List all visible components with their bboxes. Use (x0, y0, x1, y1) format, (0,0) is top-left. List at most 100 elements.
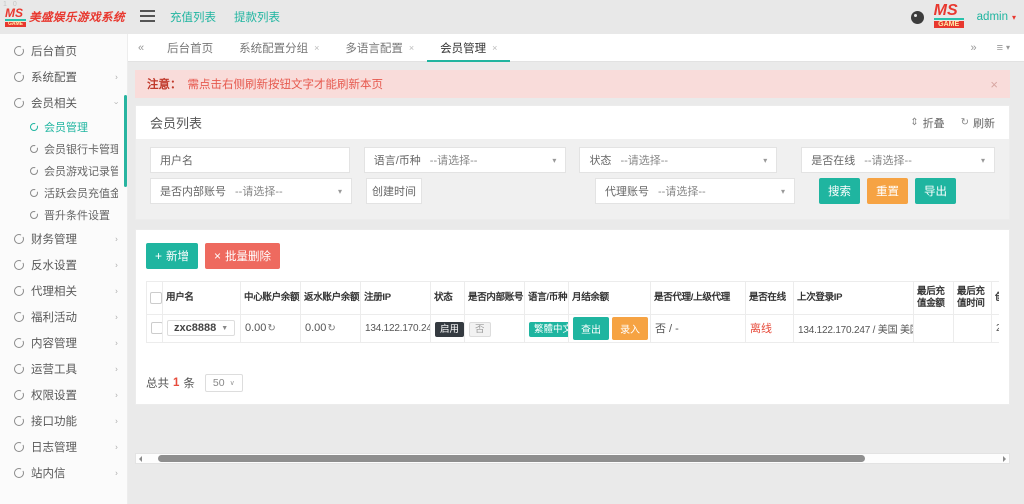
created-time-field[interactable]: 创建时间 (366, 178, 422, 204)
sidebar-item-label: 福利活动 (31, 309, 77, 325)
sidebar-item-log-management[interactable]: 日志管理 › (0, 434, 127, 460)
tabs-scroll-right-icon[interactable]: » (970, 42, 976, 54)
hamburger-icon[interactable] (140, 10, 155, 25)
column-header: 用户名 (163, 282, 241, 315)
sidebar-item-label: 站内信 (31, 465, 66, 481)
username-field[interactable]: 用户名 (150, 147, 350, 173)
register-ip: 134.122.170.247 (361, 314, 431, 342)
top-nav: 充值列表 提款列表 (170, 0, 280, 34)
online-select[interactable]: 是否在线 --请选择-- ▾ (801, 147, 995, 173)
member-table-wrap: 用户名中心账户余额返水账户余额注册IP状态是否内部账号语言/币种月结余额是否代理… (146, 281, 999, 343)
horizontal-scrollbar[interactable] (135, 453, 1010, 464)
column-header: 中心账户余额 (241, 282, 301, 315)
table-footer: 总共 1 条 50 ∨ (146, 374, 243, 392)
chevron-right-icon: › (115, 443, 118, 452)
column-header: 创建时间 (992, 282, 1000, 315)
status-select[interactable]: 状态 --请选择-- ▾ (579, 147, 777, 173)
batch-delete-button[interactable]: × 批量删除 (205, 243, 280, 269)
monthly-checkout-button[interactable]: 查出 (573, 317, 609, 340)
nav-recharge-list[interactable]: 充值列表 (170, 9, 216, 25)
nav-withdraw-list[interactable]: 提款列表 (234, 9, 280, 25)
tabs-menu-icon[interactable]: ≡ ▾ (997, 42, 1010, 54)
circle-icon (14, 416, 24, 426)
sidebar-item-member-related[interactable]: 会员相关› (0, 90, 127, 116)
refresh-balance-icon[interactable]: ↻ (267, 323, 275, 334)
app-logo[interactable]: MS GAME 美盛娱乐游戏系统 (0, 0, 128, 34)
tab-system-config-group[interactable]: 系统配置分组 × (226, 34, 332, 62)
row-checkbox[interactable] (151, 322, 163, 334)
internal-badge: 否 (469, 322, 491, 337)
sidebar-item-active-member-recharge[interactable]: 活跃会员充值金额设置 (0, 182, 127, 204)
notice-close-icon[interactable]: × (990, 77, 998, 92)
user-menu[interactable]: admin ▾ (977, 11, 1016, 23)
chevron-down-icon: ▼ (221, 325, 228, 332)
chevron-right-icon: › (115, 235, 118, 244)
sidebar-item-promotion-conditions[interactable]: 晋升条件设置 (0, 204, 127, 226)
sidebar-item-member-game-records[interactable]: 会员游戏记录管理 (0, 160, 127, 182)
sidebar-item-rebate-settings[interactable]: 反水设置› (0, 252, 127, 278)
scroll-right-arrow-icon[interactable] (1003, 456, 1006, 462)
center-balance: 0.00 (245, 322, 266, 334)
add-button[interactable]: + 新增 (146, 243, 198, 269)
reset-button[interactable]: 重置 (867, 178, 908, 204)
member-table-panel: + 新增 × 批量删除 用户名中心账户余额返水账户余额注册IP状态是否内部账号语… (135, 229, 1010, 405)
sidebar-item-finance[interactable]: 财务管理› (0, 226, 127, 252)
column-header: 最后充值时间 (954, 282, 992, 315)
sidebar-item-system-config[interactable]: 系统配置› (0, 64, 127, 90)
circle-icon (14, 98, 24, 108)
tab-close-icon[interactable]: × (409, 43, 414, 53)
username-dropdown[interactable]: zxc8888 ▼ (167, 320, 235, 336)
panel-header: 会员列表 ⇕ 折叠 ↻ 刷新 (136, 106, 1009, 139)
monthly-input-button[interactable]: 录入 (612, 317, 648, 340)
scrollbar-thumb[interactable] (158, 455, 865, 462)
tab-member-management[interactable]: 会员管理 × (427, 34, 510, 62)
sidebar-scrollbar-thumb[interactable] (124, 95, 127, 187)
topbar: 1 0 MS GAME 美盛娱乐游戏系统 充值列表 提款列表 MS GAME a… (0, 0, 1024, 34)
sidebar-item-api-functions[interactable]: 接口功能› (0, 408, 127, 434)
sidebar-item-home[interactable]: 后台首页 (0, 38, 127, 64)
sidebar-item-label: 日志管理 (31, 439, 77, 455)
search-button[interactable]: 搜索 (819, 178, 860, 204)
circle-icon (14, 338, 24, 348)
column-header: 语言/币种 (525, 282, 569, 315)
tab-label: 系统配置分组 (239, 40, 308, 56)
agent-account-select[interactable]: 代理账号 --请选择-- ▾ (595, 178, 795, 204)
refresh-balance-icon[interactable]: ↻ (327, 323, 335, 334)
internal-account-select[interactable]: 是否内部账号 --请选择-- ▾ (150, 178, 352, 204)
table-row: zxc8888 ▼ 0.00↻ 0.00↻ 134.122.170.247 启用… (147, 314, 1000, 342)
tabbar: « 后台首页 系统配置分组 × 多语言配置 × 会员管理 × » ≡ ▾ (128, 34, 1024, 62)
tab-close-icon[interactable]: × (492, 43, 497, 53)
sidebar-item-member-bank-card[interactable]: 会员银行卡管理 (0, 138, 127, 160)
tab-multi-language-config[interactable]: 多语言配置 × (332, 34, 427, 62)
language-select[interactable]: 语言/币种 --请选择-- ▾ (364, 147, 567, 173)
export-button[interactable]: 导出 (915, 178, 956, 204)
circle-icon (14, 286, 24, 296)
sidebar-item-content-management[interactable]: 内容管理› (0, 330, 127, 356)
tab-label: 会员管理 (440, 40, 486, 56)
theme-palette-icon[interactable] (911, 11, 924, 24)
select-all-checkbox[interactable] (150, 292, 162, 304)
tab-close-icon[interactable]: × (314, 43, 319, 53)
scroll-left-arrow-icon[interactable] (139, 456, 142, 462)
sidebar-item-welfare-activities[interactable]: 福利活动› (0, 304, 127, 330)
tab-label: 后台首页 (167, 40, 213, 56)
notice-prefix: 注意： (147, 76, 182, 92)
tab-label: 多语言配置 (345, 40, 403, 56)
member-table: 用户名中心账户余额返水账户余额注册IP状态是否内部账号语言/币种月结余额是否代理… (146, 281, 999, 343)
status-badge[interactable]: 启用 (435, 322, 464, 337)
sidebar-item-site-messages[interactable]: 站内信› (0, 460, 127, 486)
sidebar-item-operation-tools[interactable]: 运营工具› (0, 356, 127, 382)
sidebar-item-permission-settings[interactable]: 权限设置› (0, 382, 127, 408)
agent-cell: 否 / - (651, 314, 746, 342)
tab-home[interactable]: 后台首页 (154, 34, 226, 62)
refresh-button[interactable]: ↻ 刷新 (961, 115, 995, 131)
sidebar-item-member-management[interactable]: 会员管理 (0, 116, 127, 138)
page-size-select[interactable]: 50 ∨ (205, 374, 243, 392)
panel-title: 会员列表 (150, 113, 202, 132)
collapse-button[interactable]: ⇕ 折叠 (910, 115, 944, 131)
sidebar-item-agent-related[interactable]: 代理相关› (0, 278, 127, 304)
chevron-right-icon: › (115, 73, 118, 82)
table-toolbar: + 新增 × 批量删除 (146, 243, 999, 269)
tabs-scroll-left-icon[interactable]: « (128, 42, 154, 54)
refresh-icon: ↻ (961, 117, 969, 128)
